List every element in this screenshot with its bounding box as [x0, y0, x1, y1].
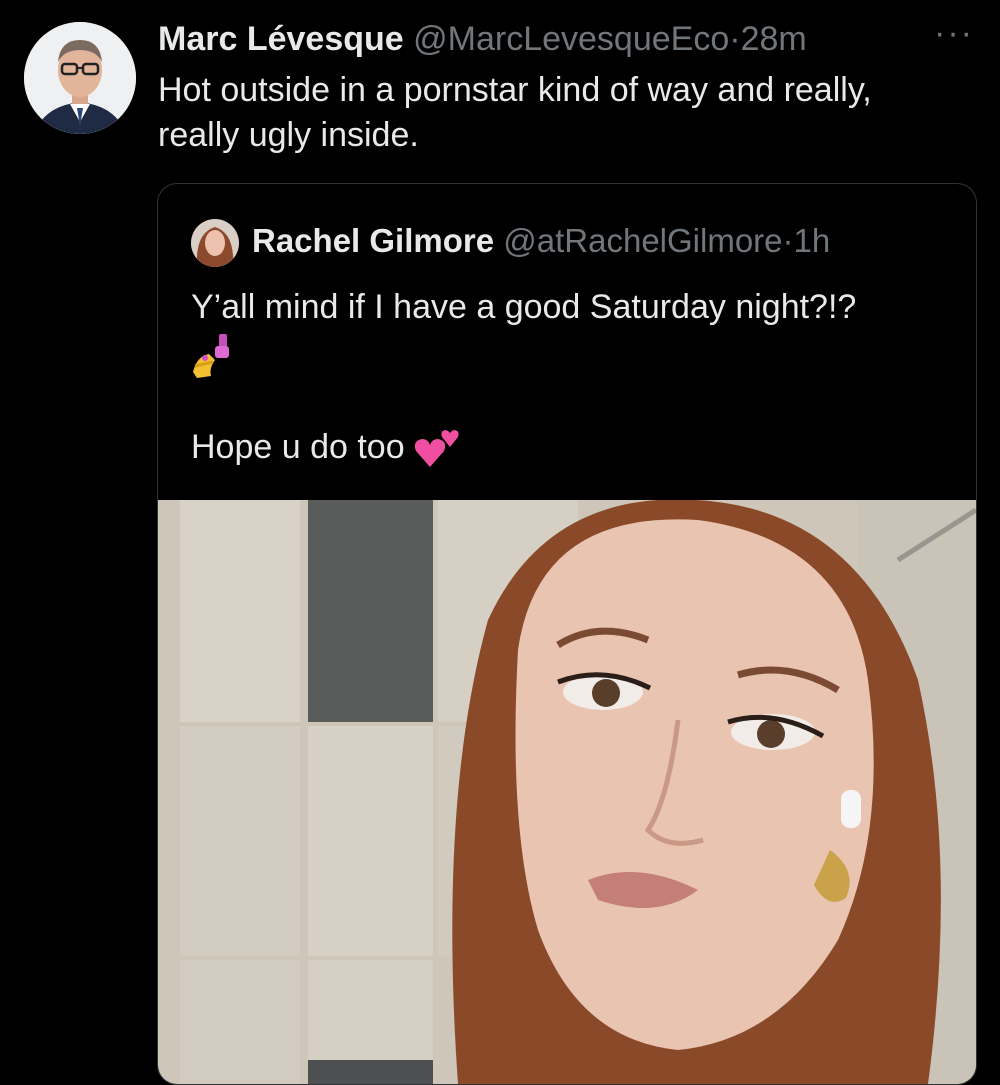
separator-dot: ·	[782, 222, 794, 259]
quoted-author-avatar[interactable]	[191, 219, 239, 267]
quoted-tweet-timestamp[interactable]: 1h	[794, 222, 831, 259]
quoted-tweet-text: Y’all mind if I have a good Saturday nig…	[191, 284, 951, 470]
nail-polish-emoji	[193, 334, 229, 379]
tweet-text-line: Hot outside in a pornstar kind of way an…	[158, 71, 872, 109]
quoted-author-handle[interactable]: @atRachelGilmore	[503, 222, 782, 259]
tweet-timestamp[interactable]: 28m	[741, 20, 807, 58]
two-hearts-emoji	[414, 430, 459, 468]
separator-dot: ·	[729, 20, 741, 58]
quoted-avatar-portrait	[191, 219, 239, 267]
quoted-author-name[interactable]: Rachel Gilmore	[252, 222, 494, 259]
author-name[interactable]: Marc Lévesque	[158, 20, 404, 58]
tweet-text-line: really ugly inside.	[158, 116, 419, 154]
author-avatar[interactable]	[24, 22, 136, 134]
quoted-tweet-photo[interactable]	[158, 500, 976, 1084]
avatar-portrait	[24, 22, 136, 134]
nail-polish-emoji-line	[191, 330, 951, 379]
quoted-tweet-card[interactable]: Rachel Gilmore @atRachelGilmore·1h Y’all…	[157, 183, 977, 1085]
author-handle[interactable]: @MarcLevesqueEco	[413, 20, 729, 58]
tweet-header: Marc Lévesque @MarcLevesqueEco·28m ···	[158, 14, 980, 60]
quoted-text-line: Hope u do too	[191, 424, 951, 470]
quoted-text-line: Y’all mind if I have a good Saturday nig…	[191, 288, 857, 326]
tweet-text: Hot outside in a pornstar kind of way an…	[158, 68, 978, 158]
more-options-icon[interactable]: ···	[934, 14, 974, 53]
quoted-text-line-2: Hope u do too	[191, 428, 405, 467]
quoted-tweet-header: Rachel Gilmore @atRachelGilmore·1h	[252, 222, 830, 260]
